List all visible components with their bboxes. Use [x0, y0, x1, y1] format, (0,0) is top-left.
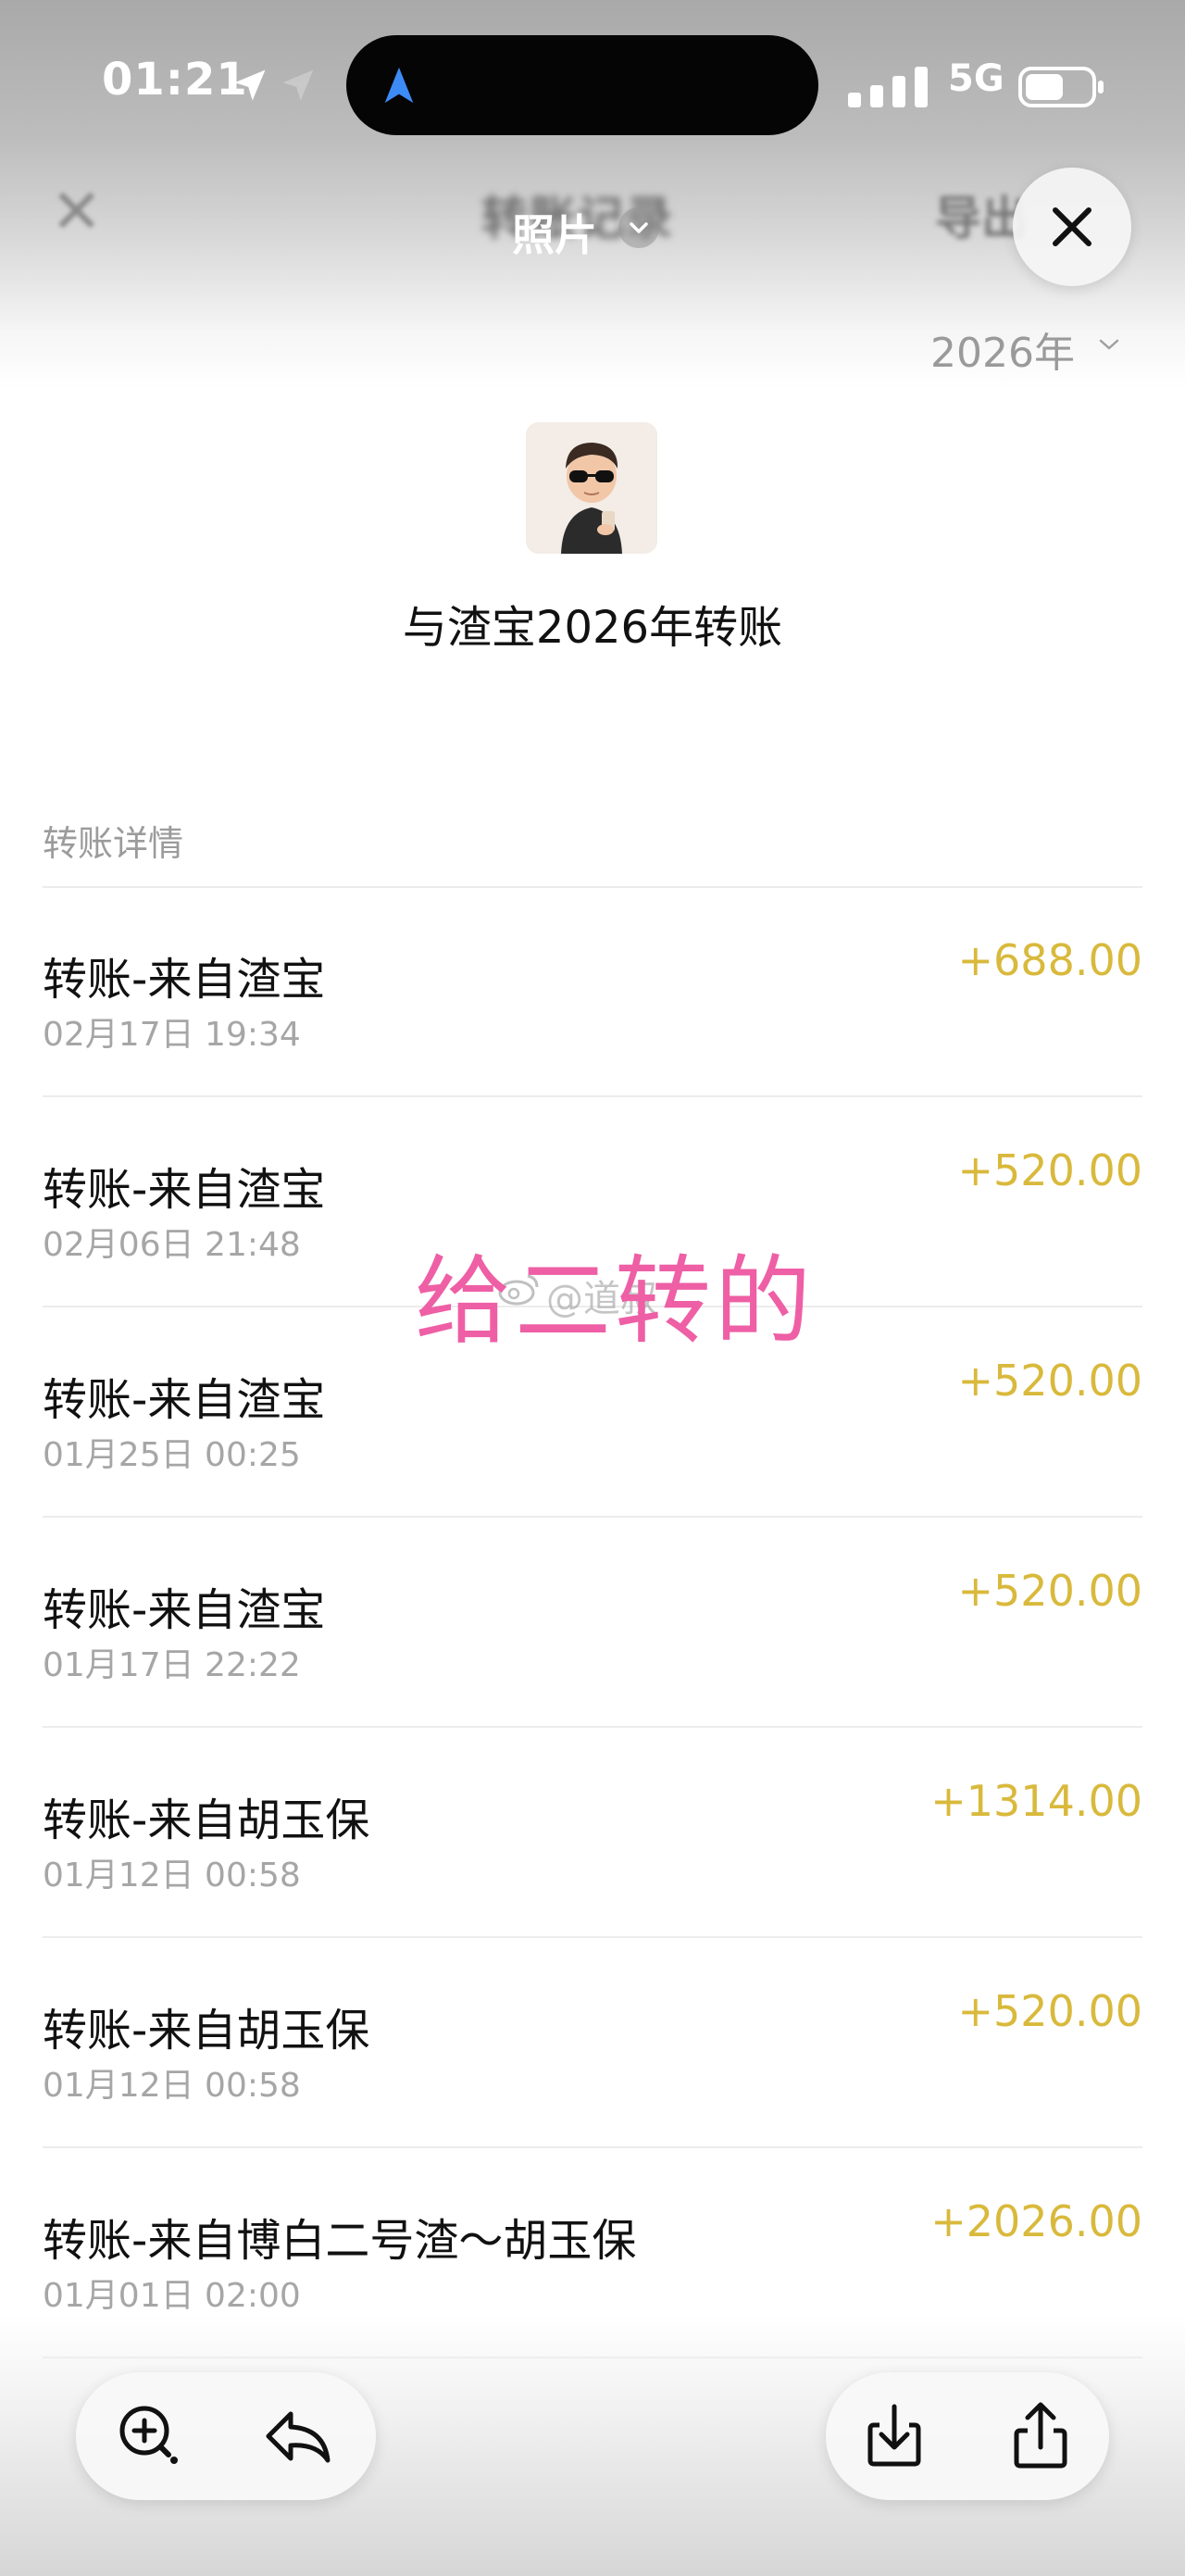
transfer-time: 01月12日 00:58 [43, 2067, 301, 2105]
reply-icon[interactable] [256, 2394, 341, 2479]
transfer-title: 转账-来自渣宝 [43, 1164, 326, 1216]
transfer-time: 02月06日 21:48 [43, 1226, 301, 1264]
close-button[interactable] [1013, 168, 1131, 286]
transfer-time: 01月12日 00:58 [43, 1857, 301, 1894]
transfer-title: 转账-来自渣宝 [43, 1374, 326, 1426]
transfer-list: 转账-来自渣宝 02月17日 19:34 +688.00 转账-来自渣宝 02月… [43, 887, 1142, 2358]
transfer-row[interactable]: 转账-来自胡玉保 01月12日 00:58 +520.00 [43, 1938, 1142, 2148]
close-icon [1053, 207, 1091, 246]
transfer-amount: +520.00 [957, 1986, 1143, 2036]
status-bar: 01:21 5G [0, 0, 1185, 176]
transfer-row[interactable]: 转账-来自渣宝 01月17日 22:22 +520.00 [43, 1518, 1142, 1728]
transfer-amount: +520.00 [957, 1356, 1143, 1406]
avatar [526, 422, 657, 554]
transfer-time: 01月25日 00:25 [43, 1436, 301, 1474]
download-icon[interactable] [852, 2394, 937, 2479]
share-icon[interactable] [998, 2394, 1083, 2479]
cartoon-avatar-icon [526, 422, 657, 554]
transfer-time: 01月17日 22:22 [43, 1646, 301, 1684]
transfer-amount: +688.00 [957, 935, 1143, 985]
location-outline-icon [282, 69, 314, 101]
screen: 01:21 5G ✕ 转账记录 导出 照片 2026年 与渣宝2026年转账 转… [0, 0, 1185, 2576]
cellular-signal-icon [848, 67, 928, 107]
transfer-title: 转账-来自渣宝 [43, 1584, 326, 1636]
blurred-close-icon: ✕ [51, 176, 103, 247]
transfer-title: 转账-来自渣宝 [43, 954, 326, 1006]
zoom-in-icon[interactable] [107, 2394, 193, 2479]
photo-source-label[interactable]: 照片 [512, 202, 597, 263]
transfer-time: 02月17日 19:34 [43, 1016, 301, 1054]
status-time: 01:21 [102, 54, 248, 106]
section-label: 转账详情 [43, 823, 184, 864]
battery-icon [1018, 67, 1104, 107]
transfer-time: 01月01日 02:00 [43, 2277, 301, 2315]
transfer-amount: +1314.00 [930, 1776, 1142, 1826]
navigation-arrow-icon [384, 67, 414, 104]
chevron-down-icon[interactable] [618, 207, 659, 248]
transfer-row[interactable]: 转账-来自渣宝 02月17日 19:34 +688.00 [43, 887, 1142, 1097]
right-toolbar-group [826, 2372, 1109, 2500]
transfer-row[interactable]: 转账-来自胡玉保 01月12日 00:58 +1314.00 [43, 1728, 1142, 1938]
transfer-amount: +2026.00 [930, 2196, 1142, 2246]
year-filter[interactable]: 2026年 [930, 319, 1075, 379]
pink-annotation: 给二转的 [415, 1244, 816, 1357]
summary-title: 与渣宝2026年转账 [402, 602, 783, 654]
location-arrow-icon [234, 69, 266, 101]
transfer-title: 转账-来自博白二号渣～胡玉保 [43, 2215, 637, 2267]
transfer-amount: +520.00 [957, 1145, 1143, 1195]
transfer-title: 转账-来自胡玉保 [43, 2005, 370, 2057]
left-toolbar-group [76, 2372, 376, 2500]
transfer-amount: +520.00 [957, 1566, 1143, 1616]
year-chevron-down-icon[interactable] [1097, 335, 1121, 354]
network-type: 5G [948, 57, 1004, 100]
transfer-title: 转账-来自胡玉保 [43, 1794, 370, 1846]
